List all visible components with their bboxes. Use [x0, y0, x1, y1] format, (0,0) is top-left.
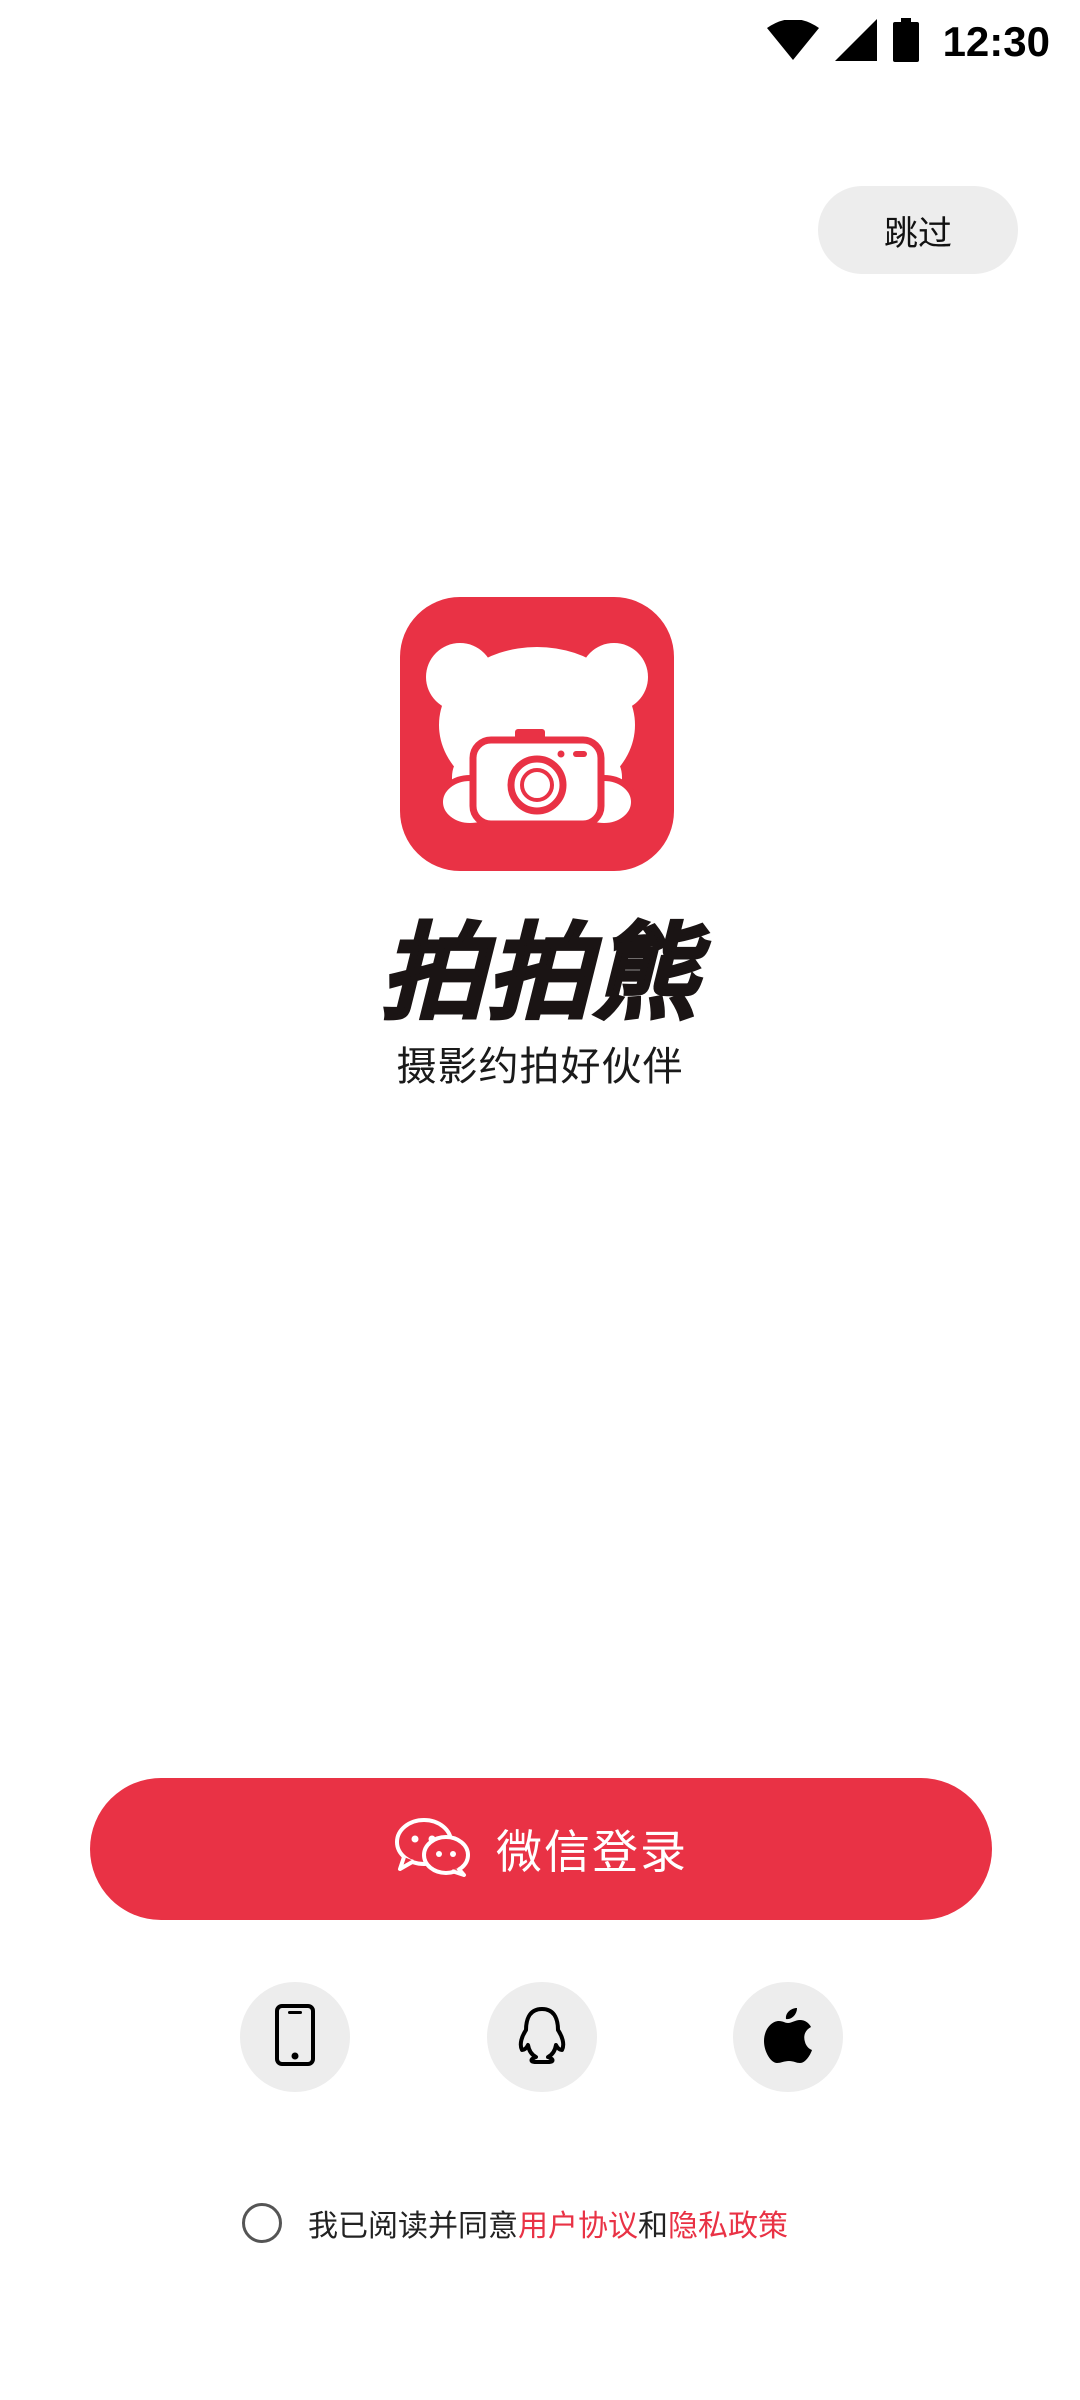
agreement-row: 我已阅读并同意 用户协议 和 隐私政策 — [242, 2198, 788, 2248]
battery-icon — [892, 18, 919, 66]
agree-checkbox[interactable] — [242, 2203, 282, 2243]
wechat-login-button[interactable]: 微信登录 — [90, 1778, 992, 1920]
qq-login-button[interactable] — [487, 1982, 597, 2092]
user-agreement-link[interactable]: 用户协议 — [518, 2201, 638, 2245]
wechat-icon — [394, 1817, 472, 1881]
privacy-policy-link[interactable]: 隐私政策 — [668, 2201, 788, 2245]
app-logo — [400, 597, 674, 871]
brand-name: 拍拍熊 — [379, 911, 699, 1036]
phone-login-button[interactable] — [240, 1982, 350, 2092]
agreement-prefix: 我已阅读并同意 — [308, 2209, 518, 2244]
bear-camera-logo — [426, 643, 648, 829]
qq-penguin-icon — [516, 2006, 568, 2068]
status-bar: 12:30 — [0, 0, 1080, 84]
wechat-login-label: 微信登录 — [496, 1825, 688, 1879]
cell-signal-icon — [834, 19, 877, 65]
status-time: 12:30 — [942, 18, 1050, 65]
skip-button[interactable]: 跳过 — [818, 186, 1018, 274]
phone-icon — [275, 2004, 315, 2070]
status-icons: 12:30 — [766, 14, 1050, 70]
apple-icon — [763, 2006, 813, 2068]
apple-login-button[interactable] — [733, 1982, 843, 2092]
agreement-conjunction: 和 — [638, 2209, 668, 2244]
brand-tagline: 摄影约拍好伙伴 — [396, 1044, 684, 1090]
wifi-icon — [766, 19, 819, 64]
